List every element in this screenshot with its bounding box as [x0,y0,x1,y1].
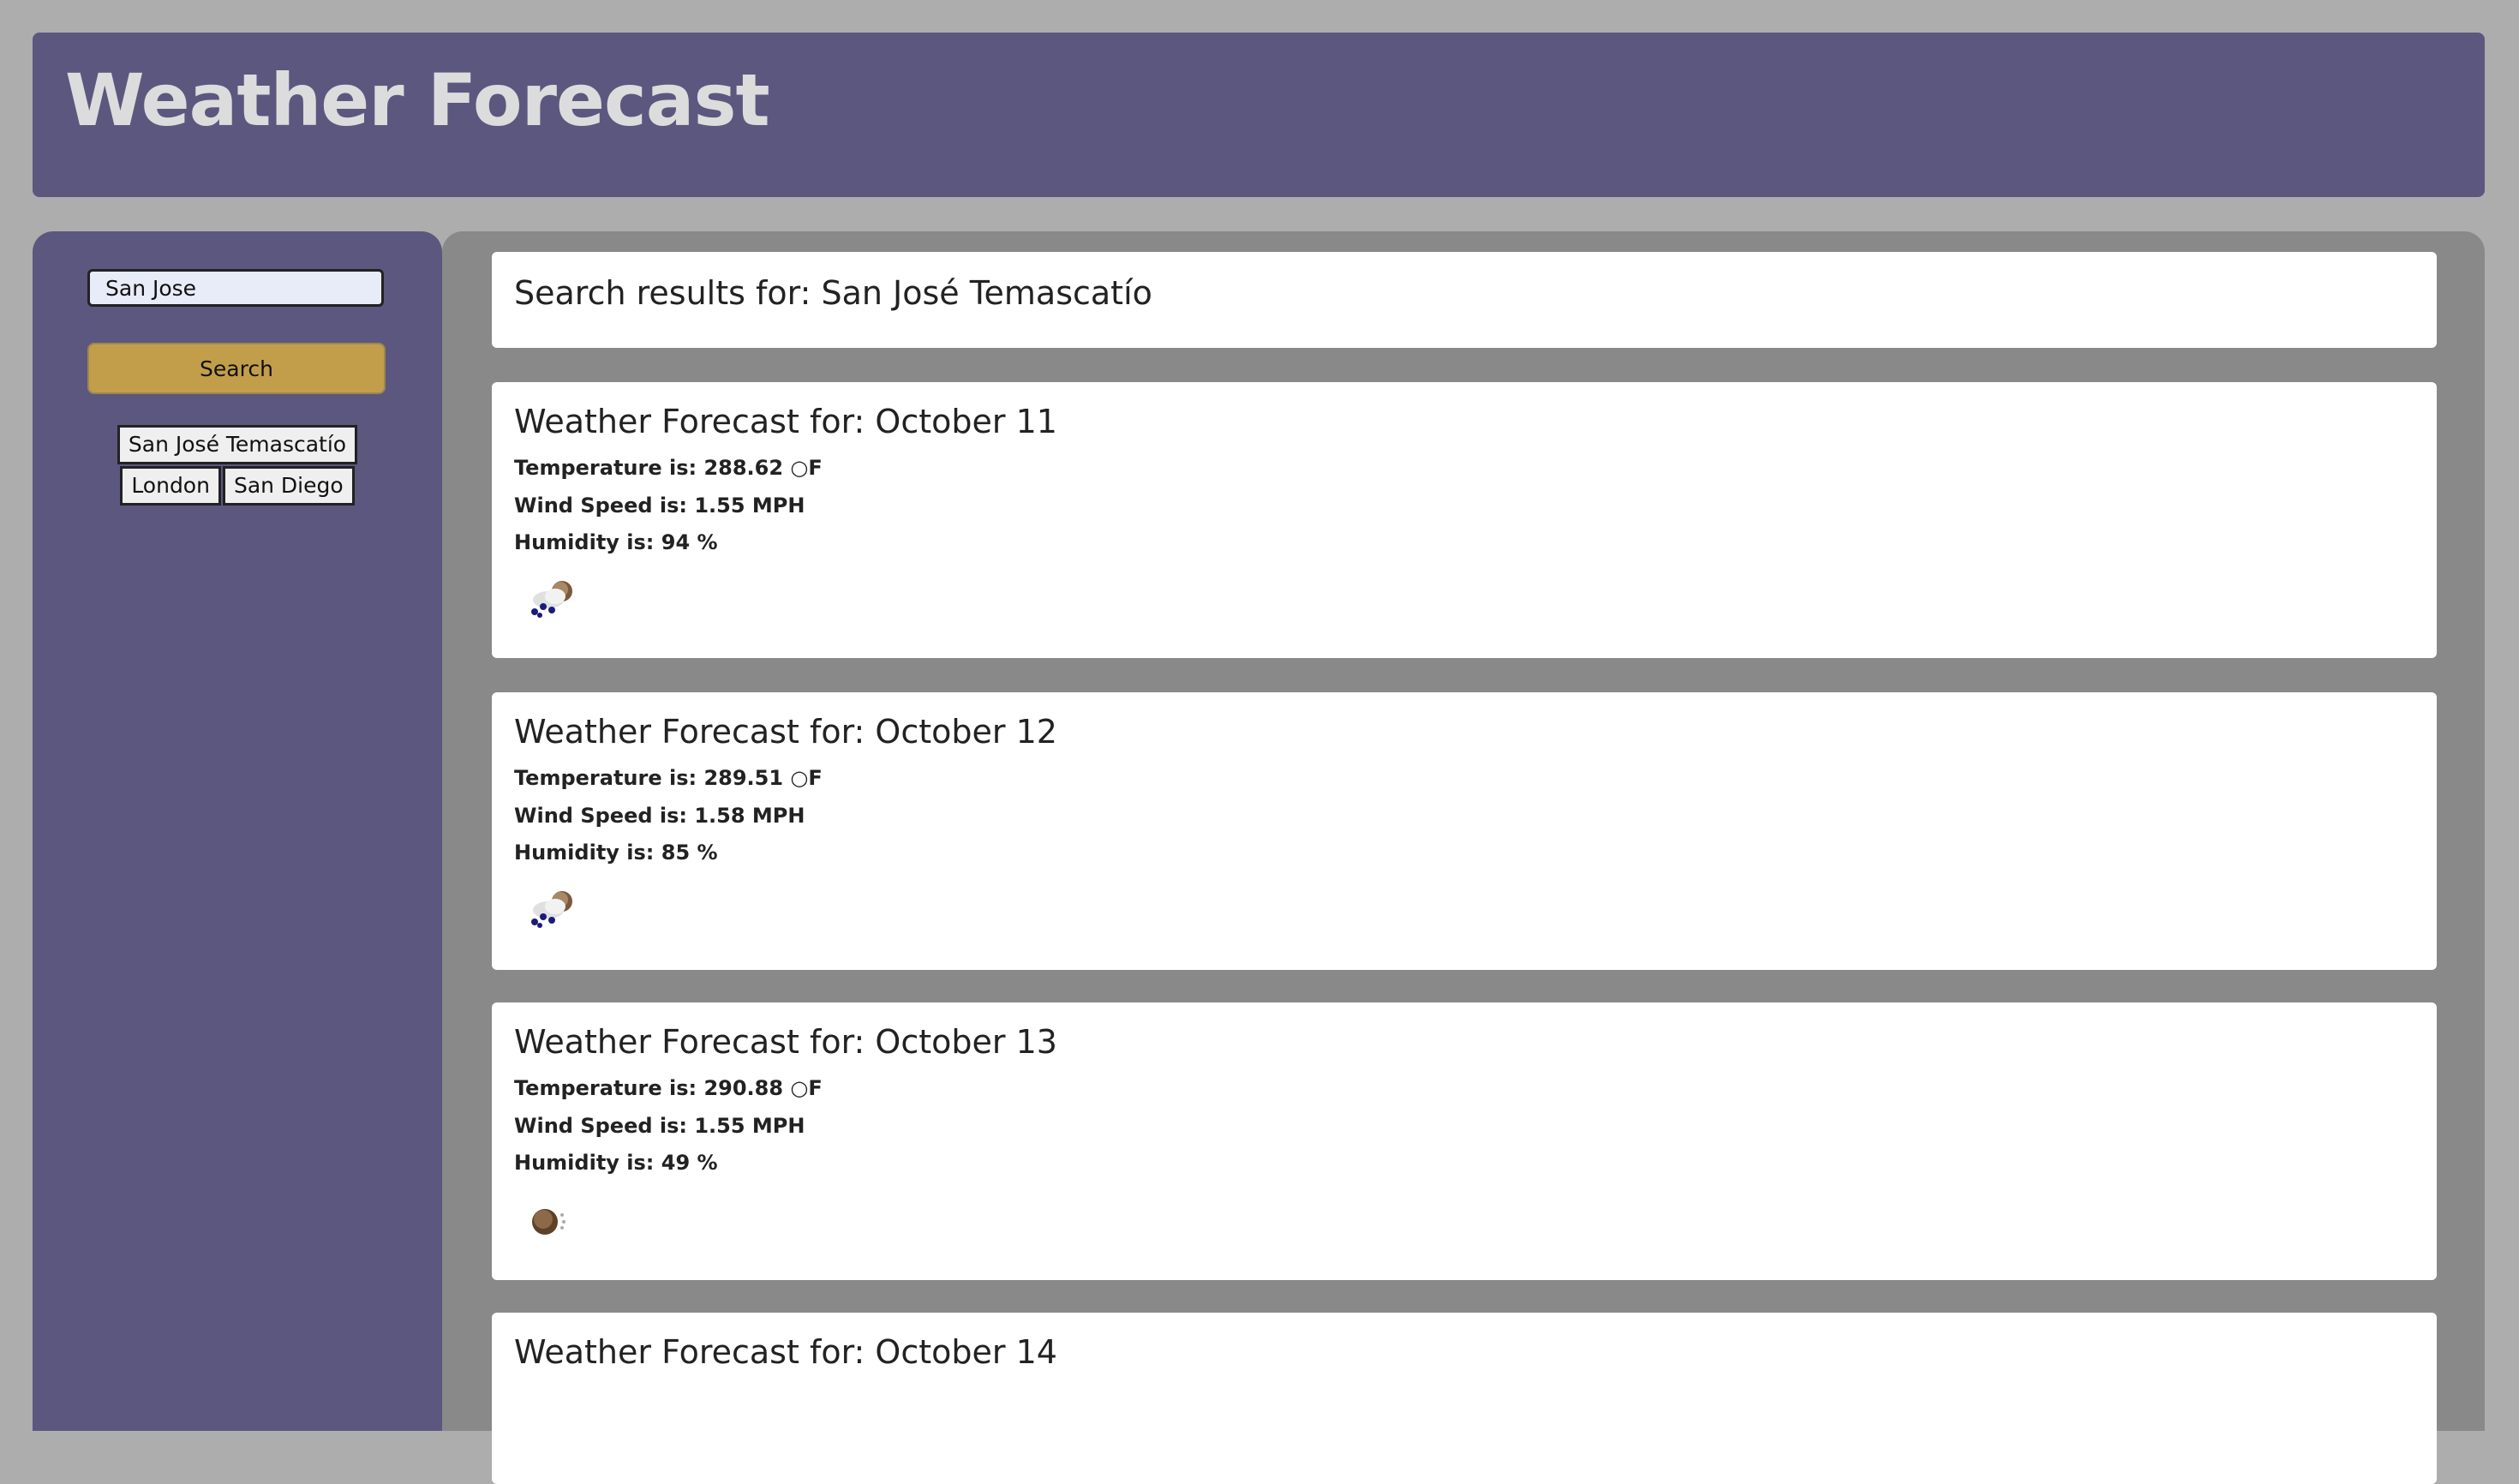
search-history: San José Temascatío London San Diego [33,425,442,507]
search-button[interactable]: Search [87,343,386,394]
wind-speed-text: Wind Speed is: 1.55 MPH [514,494,805,518]
temperature-text: Temperature is: 289.51 ○F [514,766,823,790]
site-header: Weather Forecast [33,33,2485,197]
wind-speed-text: Wind Speed is: 1.58 MPH [514,804,805,828]
history-button-london[interactable]: London [120,466,221,506]
humidity-text: Humidity is: 94 % [514,530,718,554]
temperature-text: Temperature is: 290.88 ○F [514,1076,823,1100]
humidity-text: Humidity is: 85 % [514,841,718,865]
forecast-title: Weather Forecast for: October 12 [514,713,1057,751]
main-content: Search results for: San José Temascatío … [442,231,2485,1484]
rain-cloud-icon [531,891,572,928]
history-button-san-jose-temascatio[interactable]: San José Temascatío [117,425,358,464]
forecast-title: Weather Forecast for: October 13 [514,1023,1057,1061]
results-card: Search results for: San José Temascatío [492,252,2437,348]
rain-cloud-icon [531,581,572,618]
sidebar: Search San José Temascatío LondonSan Die… [33,231,442,1431]
history-button-san-diego[interactable]: San Diego [222,466,355,506]
forecast-card: Weather Forecast for: October 13 Tempera… [492,1002,2437,1280]
forecast-card: Weather Forecast for: October 11 Tempera… [492,382,2437,658]
page-title: Weather Forecast [65,58,770,142]
forecast-title: Weather Forecast for: October 11 [514,403,1057,440]
forecast-card: Weather Forecast for: October 14 [492,1313,2437,1484]
search-input[interactable] [87,269,384,307]
results-heading: Search results for: San José Temascatío [514,274,1152,312]
temperature-text: Temperature is: 288.62 ○F [514,456,823,480]
cloud-icon [532,1209,565,1235]
forecast-card: Weather Forecast for: October 12 Tempera… [492,692,2437,970]
wind-speed-text: Wind Speed is: 1.55 MPH [514,1114,805,1138]
forecast-title: Weather Forecast for: October 14 [514,1333,1057,1371]
humidity-text: Humidity is: 49 % [514,1151,718,1175]
